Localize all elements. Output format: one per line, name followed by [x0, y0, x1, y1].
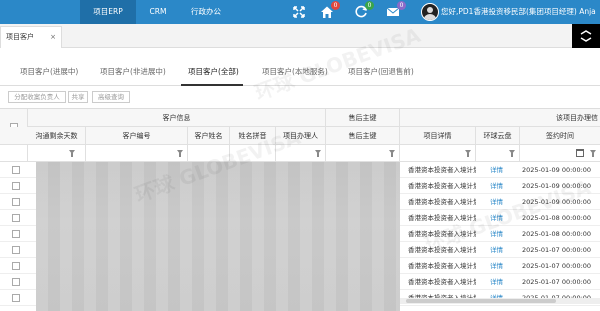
active-subtab-indicator: [181, 84, 243, 86]
project-detail-cell: 香港资本投资者入境计划: [408, 230, 476, 238]
filter-cell[interactable]: [520, 145, 600, 162]
row-checkbox[interactable]: [12, 278, 20, 286]
project-detail-cell: 香港资本投资者入境计划: [408, 182, 476, 190]
filter-funnel-icon[interactable]: [509, 150, 515, 157]
nav-module-erp[interactable]: 项目ERP: [80, 0, 136, 24]
project-detail-cell: 香港资本投资者入境计划: [408, 278, 476, 286]
customer-subtabs: 项目客户(进展中) 项目客户(非进展中) 项目客户(全部) 项目客户(本地服务)…: [0, 58, 600, 86]
row-checkbox[interactable]: [12, 182, 20, 190]
col-sign-date[interactable]: 签约时间: [520, 127, 600, 145]
user-greeting[interactable]: 您好,PD1香港投资移民部(集团项目经理) Anja: [441, 0, 596, 24]
cloud-detail-link[interactable]: 详情: [490, 162, 514, 178]
project-detail-cell: 香港资本投资者入境计划: [408, 166, 476, 174]
group-project-handling: 该项目办理信: [556, 114, 598, 122]
filter-funnel-icon[interactable]: [69, 150, 75, 157]
sign-date-cell: 2025-01-09 00:00:00: [522, 198, 592, 206]
avatar[interactable]: [421, 3, 439, 21]
filter-cell[interactable]: [276, 145, 326, 162]
col-project-detail[interactable]: 项目详情: [400, 127, 476, 145]
col-customer-id[interactable]: 客户编号: [86, 127, 188, 145]
col-project-handler[interactable]: 项目办理人: [276, 127, 326, 145]
filter-funnel-icon[interactable]: [315, 150, 321, 157]
home-icon[interactable]: 0: [320, 1, 340, 19]
filter-funnel-icon[interactable]: [389, 150, 395, 157]
filter-cell[interactable]: [230, 145, 276, 162]
col-days-remaining[interactable]: 沟通剩余天数: [28, 127, 86, 145]
filter-row: [0, 145, 600, 162]
row-checkbox[interactable]: [12, 166, 20, 174]
group-after-sales-key: 售后主键: [326, 109, 400, 127]
tab-project-customers[interactable]: 项目客户 ×: [0, 26, 62, 48]
column-header-row: 沟通剩余天数 客户编号 客户姓名 姓名拼音 项目办理人 售后主键 项目详情 环球…: [0, 127, 600, 145]
row-checkbox[interactable]: [12, 214, 20, 222]
brand-area: [0, 0, 80, 24]
sign-date-cell: 2025-01-09 00:00:00: [522, 182, 592, 190]
cloud-detail-link[interactable]: 详情: [490, 226, 514, 242]
cloud-detail-link[interactable]: 详情: [490, 258, 514, 274]
col-cloud-drive[interactable]: 环球云盘: [476, 127, 520, 145]
subtab-local-service[interactable]: 项目客户(本地服务): [262, 66, 328, 77]
nav-module-office[interactable]: 行政办公: [182, 0, 230, 24]
row-checkbox[interactable]: [12, 294, 20, 302]
sign-date-cell: 2025-01-07 00:00:00: [522, 278, 592, 286]
customer-grid: 客户信息 售后主键 该项目办理信 沟通剩余天数 客户编号 客户姓名 姓名拼音 项…: [0, 108, 600, 311]
group-header-row: 客户信息 售后主键 该项目办理信: [0, 109, 600, 145]
top-navbar: 项目ERP CRM 行政办公 0 0 0 您好,PD1香港投资移民部(集团项目经…: [0, 0, 600, 24]
row-checkbox[interactable]: [12, 262, 20, 270]
cloud-detail-link[interactable]: 详情: [490, 178, 514, 194]
mail-badge: 0: [397, 1, 406, 10]
filter-cell[interactable]: [188, 145, 230, 162]
expand-arrows-icon[interactable]: [292, 5, 306, 19]
cloud-detail-link[interactable]: 详情: [490, 194, 514, 210]
refresh-badge: 0: [365, 1, 374, 10]
subtab-in-progress[interactable]: 项目客户(进展中): [20, 66, 78, 77]
filter-cell[interactable]: [28, 145, 86, 162]
col-name-pinyin[interactable]: 姓名拼音: [230, 127, 276, 145]
col-customer-name[interactable]: 客户姓名: [188, 127, 230, 145]
subtab-all[interactable]: 项目客户(全部): [188, 66, 239, 77]
tab-label: 项目客户: [6, 33, 34, 41]
share-button[interactable]: 共享: [68, 91, 88, 103]
project-detail-cell: 香港资本投资者入境计划: [408, 214, 476, 222]
sign-date-cell: 2025-01-08 00:00:00: [522, 230, 592, 238]
filter-funnel-icon[interactable]: [590, 150, 596, 157]
page-tabs-strip: 项目客户 ×: [0, 24, 600, 48]
subtab-not-in-progress[interactable]: 项目客户(非进展中): [100, 66, 166, 77]
filter-funnel-icon[interactable]: [465, 150, 471, 157]
project-detail-cell: 香港资本投资者入境计划: [408, 246, 476, 254]
close-icon[interactable]: ×: [50, 27, 56, 47]
project-detail-cell: 香港资本投资者入境计划: [408, 262, 476, 270]
group-customer-info: 客户信息: [28, 109, 326, 127]
refresh-icon[interactable]: 0: [354, 1, 374, 19]
cloud-detail-link[interactable]: 详情: [490, 210, 514, 226]
filter-cell[interactable]: [86, 145, 188, 162]
sign-date-cell: 2025-01-09 00:00:00: [522, 166, 592, 174]
sign-date-cell: 2025-01-07 00:00:00: [522, 246, 592, 254]
col-after-sales-key[interactable]: 售后主键: [326, 127, 400, 145]
row-checkbox[interactable]: [12, 198, 20, 206]
nav-module-crm[interactable]: CRM: [140, 0, 176, 24]
row-checkbox[interactable]: [12, 246, 20, 254]
cloud-detail-link[interactable]: 详情: [490, 274, 514, 290]
toggle-fullscreen-icon[interactable]: [572, 24, 600, 48]
cloud-detail-link[interactable]: 详情: [490, 242, 514, 258]
scrollbar-thumb[interactable]: [406, 299, 556, 303]
row-checkbox[interactable]: [12, 230, 20, 238]
home-badge: 0: [331, 1, 340, 10]
filter-cell[interactable]: [326, 145, 400, 162]
filter-cell[interactable]: [476, 145, 520, 162]
horizontal-scrollbar[interactable]: [400, 298, 600, 304]
sign-date-cell: 2025-01-07 00:00:00: [522, 262, 592, 270]
redacted-region: [36, 162, 400, 311]
advanced-search-button[interactable]: 高级查询: [92, 91, 130, 103]
filter-funnel-icon[interactable]: [177, 150, 183, 157]
calendar-icon[interactable]: [576, 149, 584, 157]
assign-owner-button[interactable]: 分配收案负责人: [8, 91, 66, 103]
sign-date-cell: 2025-01-08 00:00:00: [522, 214, 592, 222]
project-detail-cell: 香港资本投资者入境计划: [408, 198, 476, 206]
mail-icon[interactable]: 0: [386, 1, 406, 19]
subtab-returned-presales[interactable]: 项目客户(回退售前): [348, 66, 414, 77]
filter-cell[interactable]: [400, 145, 476, 162]
filter-cell-blank: [0, 145, 28, 162]
